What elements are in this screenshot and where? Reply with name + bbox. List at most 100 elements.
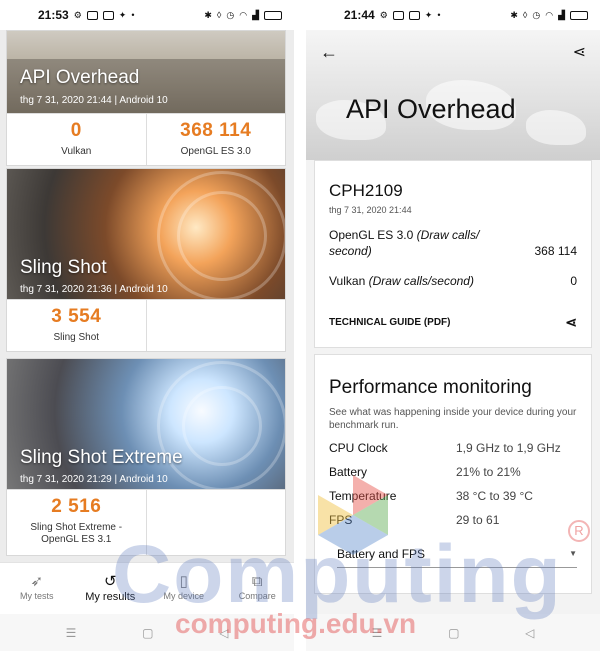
card-title: Sling Shot xyxy=(20,257,107,278)
nav-my-device[interactable]: ▯ My device xyxy=(147,563,221,614)
score-label: OpenGL ES 3.0 xyxy=(180,146,251,157)
nav-label: My results xyxy=(85,591,136,603)
status-bar: 21:44 ⚙ ✦ • ✱ ◊ ◷ ◠ ▟ xyxy=(306,0,600,30)
result-date: thg 7 31, 2020 21:44 xyxy=(329,205,412,215)
test-unit: (Draw calls/second) xyxy=(368,274,474,288)
nav-my-tests[interactable]: ➶ My tests xyxy=(0,563,74,614)
score-value: 368 114 xyxy=(180,120,252,141)
device-icon: ▯ xyxy=(179,573,188,590)
app-notification-icon xyxy=(86,10,98,20)
back-arrow-icon[interactable]: ← xyxy=(320,42,338,63)
perf-key: Battery xyxy=(329,465,368,479)
card-banner-image: API Overhead thg 7 31, 2020 21:44 | Andr… xyxy=(7,31,285,113)
result-row-opengl: OpenGL ES 3.0 (Draw calls/ second) 368 1… xyxy=(329,227,577,259)
perf-value: 1,9 GHz to 1,9 GHz xyxy=(456,441,561,455)
result-card-sling-shot-extreme[interactable]: Sling Shot Extreme thg 7 31, 2020 21:29 … xyxy=(6,358,286,556)
menu-icon[interactable]: ☰ xyxy=(372,626,383,640)
wifi-icon: ◠ xyxy=(545,10,554,20)
card-scores: 3 554 Sling Shot xyxy=(7,299,285,351)
perf-value: 29 to 61 xyxy=(456,513,500,527)
app-notification-icon xyxy=(102,10,114,20)
dot-icon: • xyxy=(437,10,441,20)
app-notification-icon xyxy=(408,10,420,20)
home-icon[interactable]: ▢ xyxy=(142,626,153,640)
card-scores: 2 516 Sling Shot Extreme - OpenGL ES 3.1 xyxy=(7,489,285,555)
card-subtitle: thg 7 31, 2020 21:29 | Android 10 xyxy=(20,474,168,485)
score-label: Sling Shot Extreme - OpenGL ES 3.1 xyxy=(30,522,123,545)
runner-icon: ➶ xyxy=(30,573,44,590)
dot-icon: • xyxy=(131,10,135,20)
share-icon[interactable]: ⋖ xyxy=(573,42,586,62)
nav-label: My tests xyxy=(19,591,54,601)
back-icon[interactable]: ◁ xyxy=(219,626,228,640)
settings-gear-icon: ⚙ xyxy=(73,10,82,20)
perf-key: FPS xyxy=(329,513,353,527)
alarm-icon: ◷ xyxy=(532,10,541,20)
result-row-vulkan: Vulkan (Draw calls/second) 0 xyxy=(329,273,577,289)
nav-label: My device xyxy=(163,591,204,601)
perf-key: CPU Clock xyxy=(329,441,388,455)
alarm-icon: ◷ xyxy=(226,10,235,20)
dropdown-selected: Battery and FPS xyxy=(337,546,426,561)
system-navigation-bar: ☰ ▢ ◁ xyxy=(306,614,600,651)
battery-icon xyxy=(264,10,282,20)
card-scores: 0 Vulkan 368 114 OpenGL ES 3.0 xyxy=(7,113,285,165)
signal-icon: ▟ xyxy=(558,10,565,20)
card-title: API Overhead xyxy=(20,67,140,88)
perf-row: CPU Clock 1,9 GHz to 1,9 GHz xyxy=(329,436,577,460)
settings-gear-icon: ⚙ xyxy=(379,10,388,20)
bluetooth-icon: ✱ xyxy=(510,10,518,20)
perf-row: Temperature 38 °C to 39 °C xyxy=(329,484,577,508)
test-value: 368 114 xyxy=(534,244,578,258)
score-label: Vulkan xyxy=(61,146,92,157)
card-subtitle: thg 7 31, 2020 21:44 | Android 10 xyxy=(20,95,168,106)
score-cell-empty xyxy=(145,300,286,351)
result-card-api-overhead[interactable]: API Overhead thg 7 31, 2020 21:44 | Andr… xyxy=(6,30,286,166)
test-name: OpenGL ES 3.0 xyxy=(329,228,414,242)
score-cell-empty xyxy=(145,490,286,555)
section-description: See what was happening inside your devic… xyxy=(329,407,577,431)
share-icon[interactable]: ⋖ xyxy=(565,314,577,331)
menu-icon[interactable]: ☰ xyxy=(66,626,77,640)
card-banner-image: Sling Shot Extreme thg 7 31, 2020 21:29 … xyxy=(7,359,285,489)
right-phone-screen: 21:44 ⚙ ✦ • ✱ ◊ ◷ ◠ ▟ ← ⋖ API Overhead C… xyxy=(306,0,600,651)
vibrate-icon: ◊ xyxy=(216,10,222,20)
signal-icon: ▟ xyxy=(252,10,259,20)
perf-value: 38 °C to 39 °C xyxy=(456,489,533,503)
home-icon[interactable]: ▢ xyxy=(448,626,459,640)
score-cell: 3 554 Sling Shot xyxy=(7,300,146,351)
technical-guide-link[interactable]: TECHNICAL GUIDE (PDF) xyxy=(329,317,450,328)
system-navigation-bar: ☰ ▢ ◁ xyxy=(0,614,294,651)
status-time: 21:53 xyxy=(38,8,69,22)
left-phone-screen: 21:53 ⚙ ✦ • ✱ ◊ ◷ ◠ ▟ API Overhead thg 7… xyxy=(0,0,294,651)
score-value: 3 554 xyxy=(51,306,102,327)
chart-metric-dropdown[interactable]: Battery and FPS ▼ xyxy=(337,540,577,568)
score-cell: 2 516 Sling Shot Extreme - OpenGL ES 3.1 xyxy=(7,490,146,555)
perf-key: Temperature xyxy=(329,489,397,503)
score-cell: 0 Vulkan xyxy=(7,114,146,165)
perf-value: 21% to 21% xyxy=(456,465,521,479)
page-title: API Overhead xyxy=(346,94,516,124)
nav-my-results[interactable]: ↺ My results xyxy=(74,563,148,614)
app-notification-icon: ✦ xyxy=(424,10,433,20)
bottom-navigation: ➶ My tests ↺ My results ▯ My device ⧉ Co… xyxy=(0,562,294,614)
perf-row: Battery 21% to 21% xyxy=(329,460,577,484)
perf-row: FPS 29 to 61 xyxy=(329,508,577,532)
status-time: 21:44 xyxy=(344,8,375,22)
nav-label: Compare xyxy=(238,591,276,601)
card-banner-image: Sling Shot thg 7 31, 2020 21:36 | Androi… xyxy=(7,169,285,299)
nav-compare[interactable]: ⧉ Compare xyxy=(221,563,295,614)
score-value: 0 xyxy=(70,120,82,141)
bluetooth-icon: ✱ xyxy=(204,10,212,20)
card-title: Sling Shot Extreme xyxy=(20,447,183,468)
score-cell: 368 114 OpenGL ES 3.0 xyxy=(145,114,286,165)
result-card-sling-shot[interactable]: Sling Shot thg 7 31, 2020 21:36 | Androi… xyxy=(6,168,286,352)
test-value: 0 xyxy=(570,274,577,288)
score-label: Sling Shot xyxy=(53,332,100,343)
technical-guide-row[interactable]: TECHNICAL GUIDE (PDF) ⋖ xyxy=(329,314,577,331)
vibrate-icon: ◊ xyxy=(522,10,528,20)
history-icon: ↺ xyxy=(103,573,117,590)
back-icon[interactable]: ◁ xyxy=(525,626,534,640)
wifi-icon: ◠ xyxy=(239,10,248,20)
status-bar: 21:53 ⚙ ✦ • ✱ ◊ ◷ ◠ ▟ xyxy=(0,0,294,30)
